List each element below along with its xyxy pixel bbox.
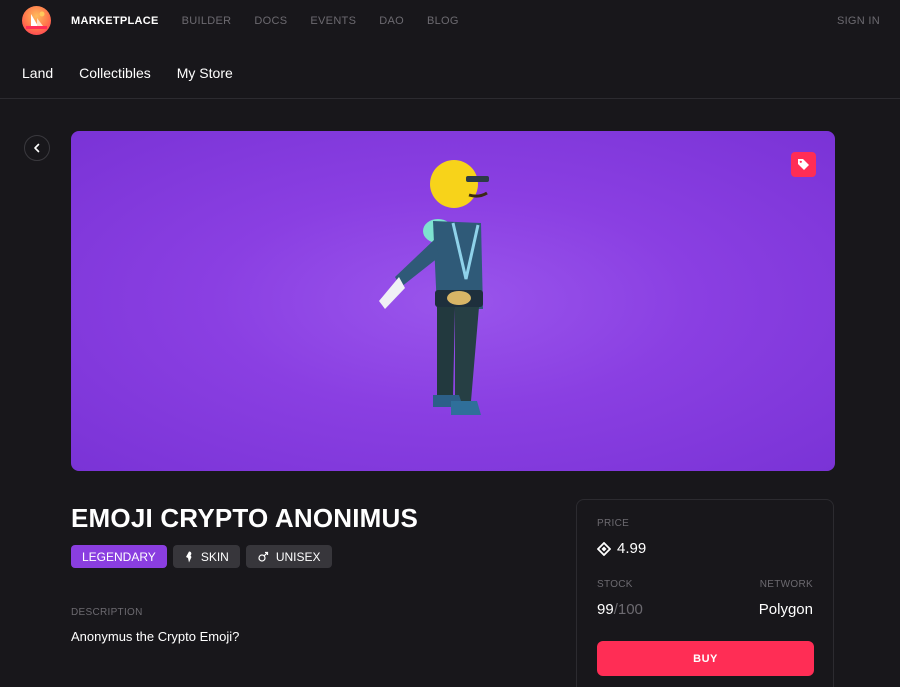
stock-total: /100 [613,601,643,618]
price-label: PRICE [597,518,630,529]
item-preview[interactable] [71,131,835,471]
buy-card: PRICE 4.99 STOCK 99/100 NETWORK Polygon … [576,499,834,687]
category-label: SKIN [200,549,229,564]
decentraland-logo[interactable] [22,6,51,35]
on-sale-badge [791,152,816,177]
avatar-model [379,160,489,415]
network-value: Polygon [758,601,813,618]
item-title: EMOJI CRYPTO ANONIMUS [71,503,419,533]
network-label: NETWORK [759,579,813,590]
category-badge[interactable]: SKIN [172,545,240,568]
nav-events[interactable]: EVENTS [310,15,356,27]
subnav-land[interactable]: Land [22,65,53,81]
nav-blog[interactable]: BLOG [427,15,459,27]
skin-icon [185,551,192,562]
chevron-left-icon [34,143,40,153]
stock-available: 99 [597,601,614,618]
price-row: 4.99 [597,540,646,557]
item-badges: LEGENDARY SKIN UNISEX [71,545,332,568]
mana-icon [597,541,611,556]
rarity-badge[interactable]: LEGENDARY [71,545,167,568]
stock-label: STOCK [597,579,633,590]
rarity-label: LEGENDARY [82,549,156,564]
tag-icon [798,159,809,170]
gender-label: UNISEX [275,549,321,564]
buy-button[interactable]: BUY [597,641,814,676]
top-navbar: MARKETPLACE BUILDER DOCS EVENTS DAO BLOG… [0,0,900,42]
nav-marketplace[interactable]: MARKETPLACE [71,15,159,27]
sub-navbar: Land Collectibles My Store [0,42,900,99]
nav-builder[interactable]: BUILDER [182,15,232,27]
nav-dao[interactable]: DAO [379,15,404,27]
unisex-icon [258,551,268,562]
stock-value: 99/100 [597,601,643,618]
description-label: DESCRIPTION [71,607,143,618]
back-button[interactable] [24,135,50,161]
subnav-my-store[interactable]: My Store [177,65,233,81]
price-value: 4.99 [617,540,647,557]
description-text: Anonymus the Crypto Emoji? [71,629,240,644]
sign-in-link[interactable]: SIGN IN [837,15,880,27]
subnav-collectibles[interactable]: Collectibles [79,65,151,81]
gender-badge[interactable]: UNISEX [245,545,332,568]
nav-docs[interactable]: DOCS [254,15,287,27]
